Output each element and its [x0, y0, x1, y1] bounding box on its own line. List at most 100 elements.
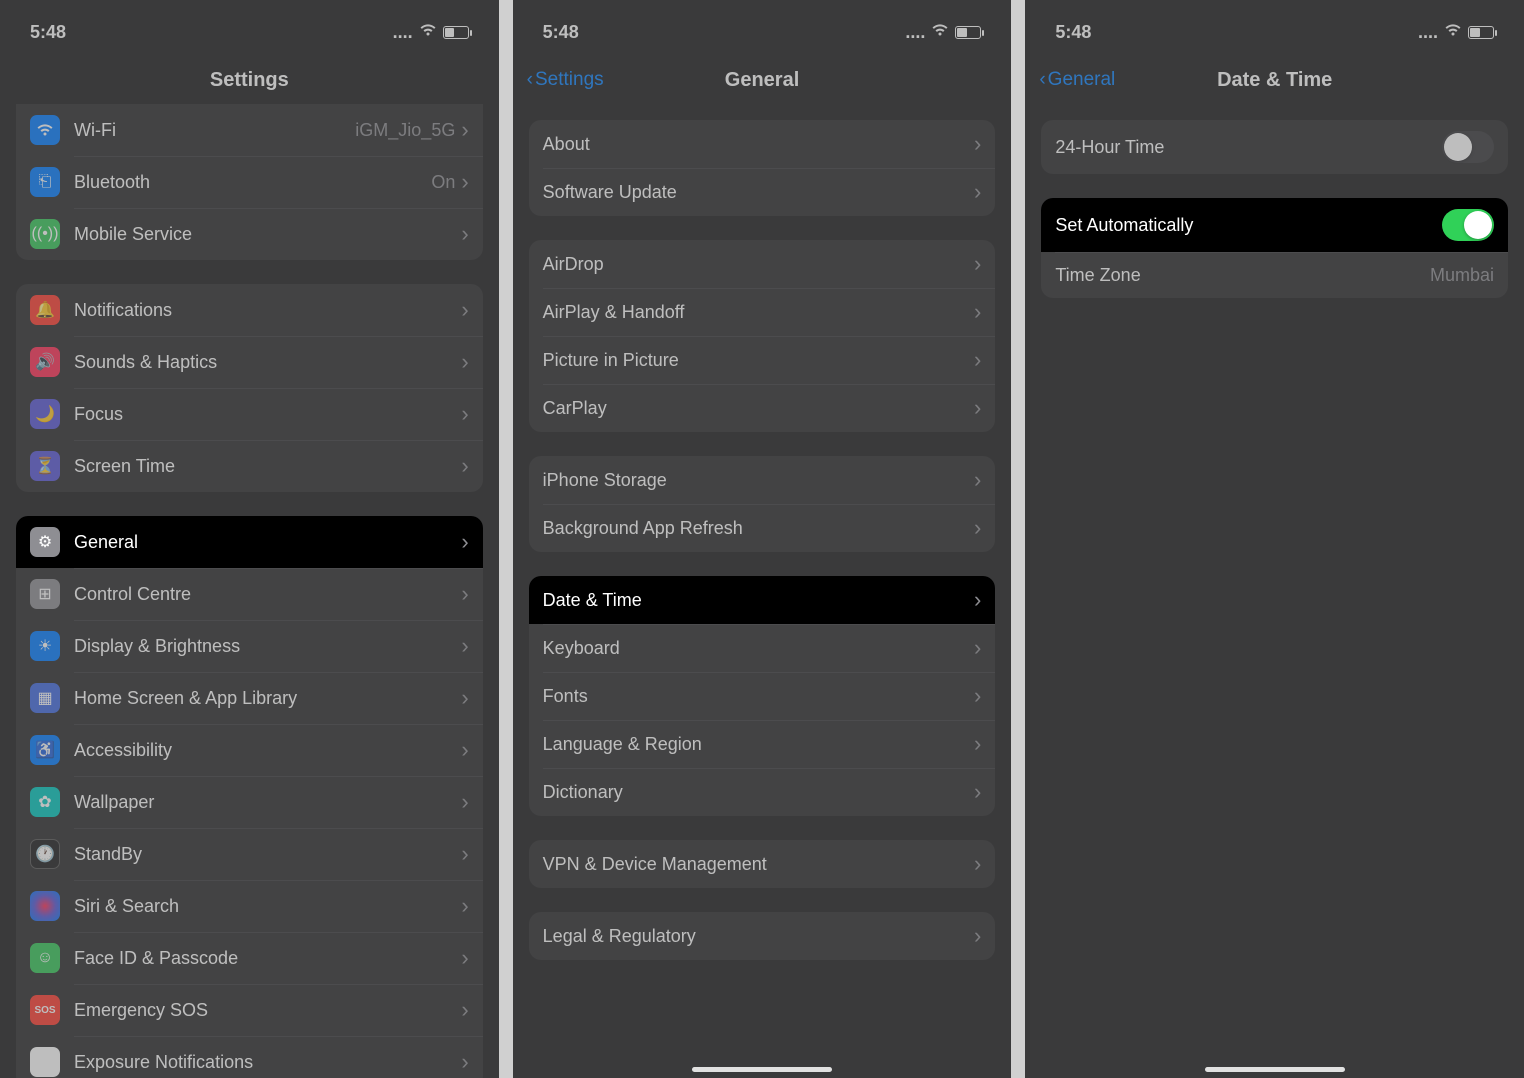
row-screen-time[interactable]: ⏳ Screen Time ›: [16, 440, 483, 492]
chevron-right-icon: ›: [974, 683, 981, 709]
row-bg-refresh[interactable]: Background App Refresh›: [529, 504, 996, 552]
cellular-icon: ....: [1418, 22, 1438, 43]
row-airplay[interactable]: AirPlay & Handoff›: [529, 288, 996, 336]
row-display-brightness[interactable]: ☀ Display & Brightness ›: [16, 620, 483, 672]
nav-bar: Settings: [0, 56, 499, 104]
page-title: Settings: [210, 69, 289, 92]
home-indicator[interactable]: [1205, 1067, 1345, 1072]
row-label: Focus: [74, 404, 461, 425]
chevron-right-icon: ›: [461, 685, 468, 711]
row-sounds[interactable]: 🔊 Sounds & Haptics ›: [16, 336, 483, 388]
clock-icon: 🕐: [30, 839, 60, 869]
row-language[interactable]: Language & Region›: [529, 720, 996, 768]
row-airdrop[interactable]: AirDrop›: [529, 240, 996, 288]
row-label: General: [74, 532, 461, 553]
row-label: Software Update: [543, 182, 974, 203]
row-time-zone[interactable]: Time Zone Mumbai: [1041, 252, 1508, 298]
row-label: Fonts: [543, 686, 974, 707]
hourglass-icon: ⏳: [30, 451, 60, 481]
chevron-right-icon: ›: [461, 945, 468, 971]
chevron-right-icon: ›: [461, 789, 468, 815]
row-general[interactable]: ⚙ General ›: [16, 516, 483, 568]
row-fonts[interactable]: Fonts›: [529, 672, 996, 720]
content: Wi-Fi iGM_Jio_5G › ⎗ Bluetooth On › ((•)…: [0, 104, 499, 1078]
chevron-right-icon: ›: [461, 893, 468, 919]
row-date-time[interactable]: Date & Time›: [529, 576, 996, 624]
chevron-left-icon: ‹: [1039, 69, 1045, 91]
row-label: Display & Brightness: [74, 636, 461, 657]
back-label: General: [1048, 69, 1116, 91]
row-keyboard[interactable]: Keyboard›: [529, 624, 996, 672]
row-iphone-storage[interactable]: iPhone Storage›: [529, 456, 996, 504]
status-bar: 5:48 ....: [513, 0, 1012, 56]
row-label: CarPlay: [543, 398, 974, 419]
chevron-right-icon: ›: [974, 731, 981, 757]
chevron-right-icon: ›: [974, 251, 981, 277]
status-bar: 5:48 ....: [0, 0, 499, 56]
row-24hour-time[interactable]: 24-Hour Time: [1041, 120, 1508, 174]
screen-general: 5:48 .... ‹ Settings General About› Soft…: [513, 0, 1012, 1078]
toggle-set-automatically[interactable]: [1442, 209, 1494, 241]
battery-icon: [443, 26, 469, 39]
row-about[interactable]: About›: [529, 120, 996, 168]
cellular-icon: ....: [905, 22, 925, 43]
row-label: Set Automatically: [1055, 215, 1442, 236]
row-software-update[interactable]: Software Update›: [529, 168, 996, 216]
group-storage: iPhone Storage› Background App Refresh›: [529, 456, 996, 552]
row-accessibility[interactable]: ♿ Accessibility ›: [16, 724, 483, 776]
group-about: About› Software Update›: [529, 120, 996, 216]
row-label: Face ID & Passcode: [74, 948, 461, 969]
group-system: ⚙ General › ⊞ Control Centre › ☀ Display…: [16, 516, 483, 1078]
row-value: On: [431, 172, 455, 193]
row-bluetooth[interactable]: ⎗ Bluetooth On ›: [16, 156, 483, 208]
row-siri[interactable]: Siri & Search ›: [16, 880, 483, 932]
row-faceid[interactable]: ☺ Face ID & Passcode ›: [16, 932, 483, 984]
row-wifi[interactable]: Wi-Fi iGM_Jio_5G ›: [16, 104, 483, 156]
wifi-icon: [30, 115, 60, 145]
row-label: Accessibility: [74, 740, 461, 761]
nav-bar: ‹ General Date & Time: [1025, 56, 1524, 104]
content: 24-Hour Time Set Automatically Time Zone…: [1025, 104, 1524, 1078]
chevron-right-icon: ›: [974, 131, 981, 157]
row-exposure[interactable]: Exposure Notifications ›: [16, 1036, 483, 1078]
chevron-right-icon: ›: [974, 515, 981, 541]
battery-icon: [1468, 26, 1494, 39]
back-label: Settings: [535, 69, 604, 91]
row-label: AirPlay & Handoff: [543, 302, 974, 323]
chevron-right-icon: ›: [974, 779, 981, 805]
group-input: Date & Time› Keyboard› Fonts› Language &…: [529, 576, 996, 816]
status-right: ....: [393, 22, 469, 43]
row-emergency-sos[interactable]: SOS Emergency SOS ›: [16, 984, 483, 1036]
back-button[interactable]: ‹ Settings: [527, 69, 604, 91]
row-value: iGM_Jio_5G: [355, 120, 455, 141]
chevron-left-icon: ‹: [527, 69, 533, 91]
row-notifications[interactable]: 🔔 Notifications ›: [16, 284, 483, 336]
home-indicator[interactable]: [692, 1067, 832, 1072]
chevron-right-icon: ›: [461, 997, 468, 1023]
bell-icon: 🔔: [30, 295, 60, 325]
row-standby[interactable]: 🕐 StandBy ›: [16, 828, 483, 880]
status-time: 5:48: [543, 22, 579, 43]
row-label: Screen Time: [74, 456, 461, 477]
row-dictionary[interactable]: Dictionary›: [529, 768, 996, 816]
row-vpn[interactable]: VPN & Device Management›: [529, 840, 996, 888]
row-label: Control Centre: [74, 584, 461, 605]
row-focus[interactable]: 🌙 Focus ›: [16, 388, 483, 440]
back-button[interactable]: ‹ General: [1039, 69, 1115, 91]
row-wallpaper[interactable]: ✿ Wallpaper ›: [16, 776, 483, 828]
row-label: Date & Time: [543, 590, 974, 611]
row-control-centre[interactable]: ⊞ Control Centre ›: [16, 568, 483, 620]
row-pip[interactable]: Picture in Picture›: [529, 336, 996, 384]
chevron-right-icon: ›: [461, 117, 468, 143]
chevron-right-icon: ›: [461, 1049, 468, 1075]
row-legal[interactable]: Legal & Regulatory›: [529, 912, 996, 960]
row-carplay[interactable]: CarPlay›: [529, 384, 996, 432]
row-set-automatically[interactable]: Set Automatically: [1041, 198, 1508, 252]
row-mobile-service[interactable]: ((•)) Mobile Service ›: [16, 208, 483, 260]
row-label: Exposure Notifications: [74, 1052, 461, 1073]
row-home-screen[interactable]: ▦ Home Screen & App Library ›: [16, 672, 483, 724]
row-label: Time Zone: [1055, 265, 1430, 286]
toggle-24hour[interactable]: [1442, 131, 1494, 163]
row-label: Notifications: [74, 300, 461, 321]
row-label: Wi-Fi: [74, 120, 355, 141]
